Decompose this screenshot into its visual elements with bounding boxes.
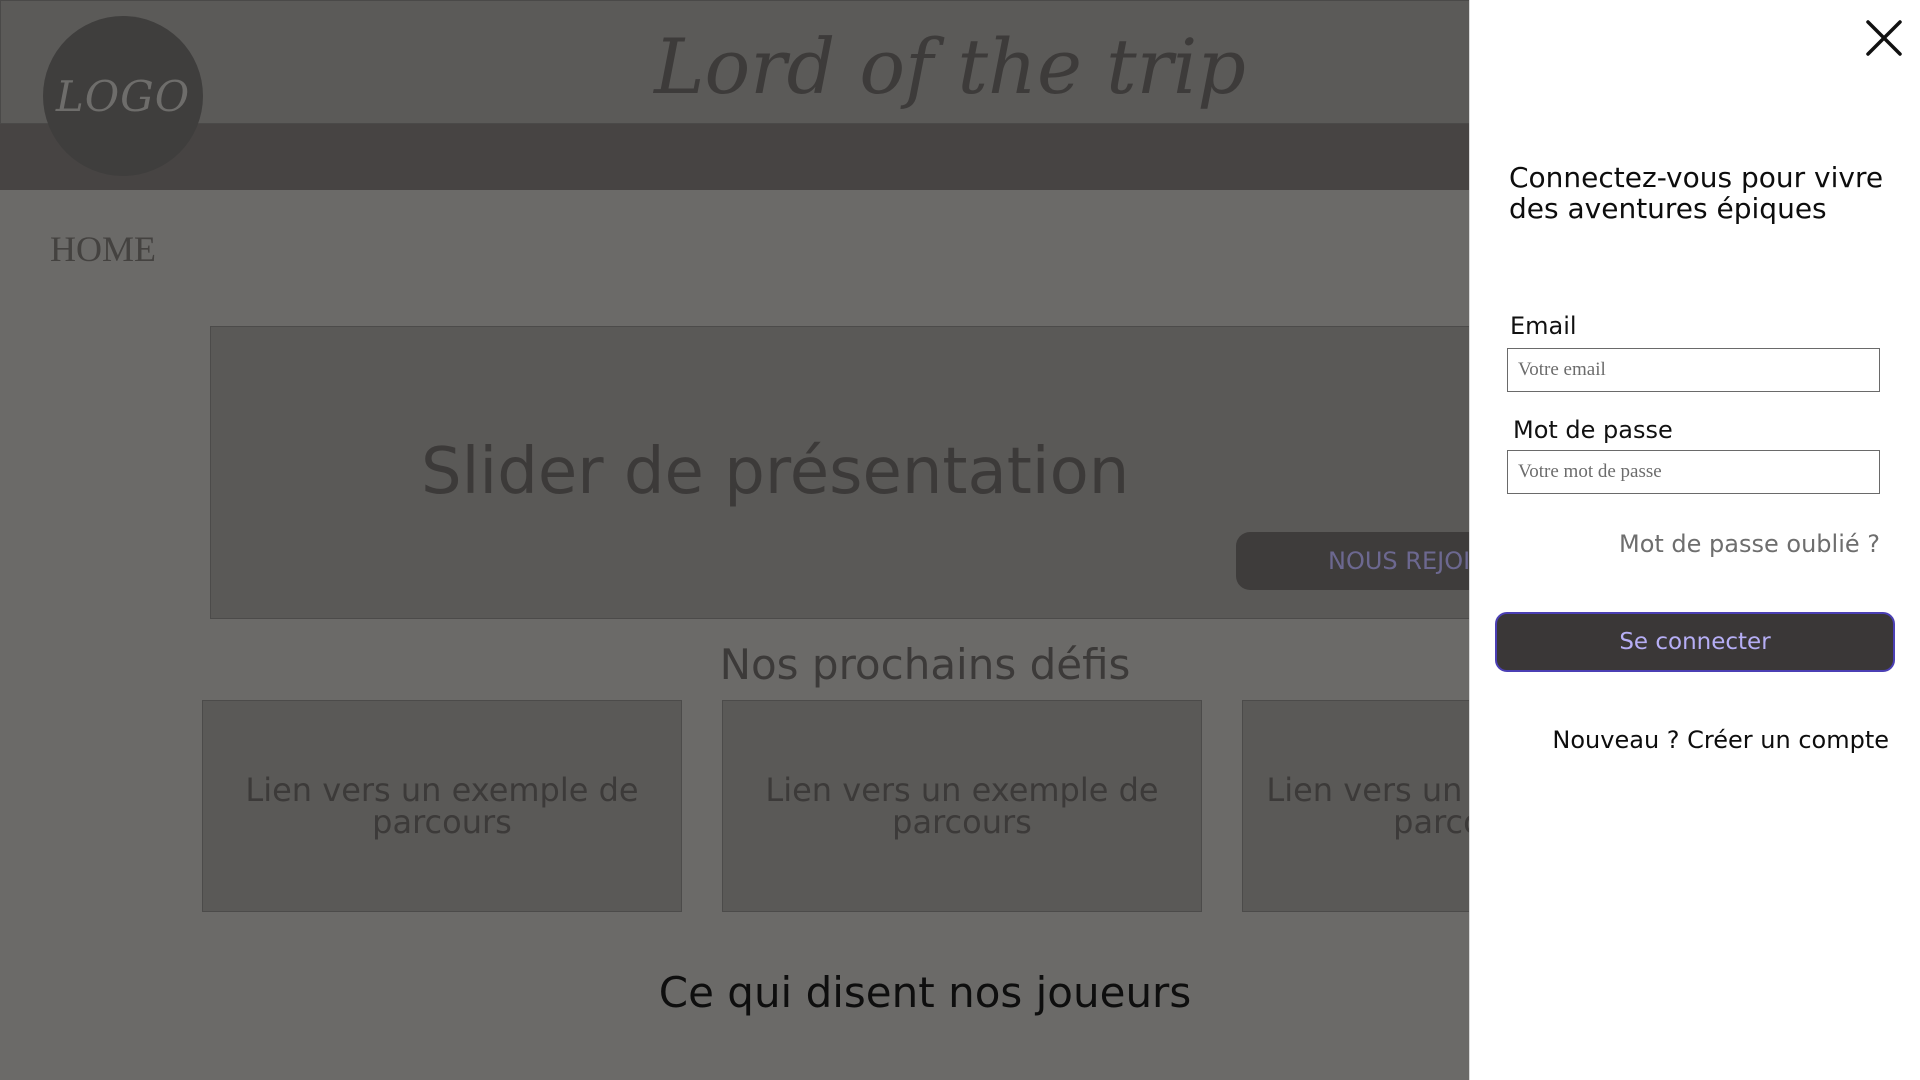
site-title: Lord of the trip	[654, 22, 1246, 111]
challenge-card-label: Lien vers un exemple de parcours	[245, 771, 639, 841]
close-icon	[1866, 20, 1902, 56]
password-label: Mot de passe	[1513, 416, 1673, 444]
challenge-card-label: Lien vers un exemple de parcours	[765, 771, 1159, 841]
password-field[interactable]	[1507, 450, 1880, 494]
nav-home-link[interactable]: HOME	[50, 228, 156, 270]
challenge-card[interactable]: Lien vers un exemple de parcours	[722, 700, 1202, 912]
challenge-card[interactable]: Lien vers un exemple de parcours	[202, 700, 682, 912]
login-panel: Connectez-vous pour vivre des aventures …	[1469, 0, 1920, 1080]
signup-link[interactable]: Nouveau ? Créer un compte	[1552, 726, 1889, 754]
login-heading: Connectez-vous pour vivre des aventures …	[1509, 161, 1884, 225]
login-button[interactable]: Se connecter	[1495, 612, 1895, 672]
forgot-password-link[interactable]: Mot de passe oublié ?	[1619, 530, 1880, 558]
close-button[interactable]	[1862, 16, 1906, 60]
slider-title: Slider de présentation	[421, 435, 1130, 509]
logo[interactable]: LOGO	[43, 16, 203, 176]
email-label: Email	[1510, 312, 1577, 340]
email-field[interactable]	[1507, 348, 1880, 392]
